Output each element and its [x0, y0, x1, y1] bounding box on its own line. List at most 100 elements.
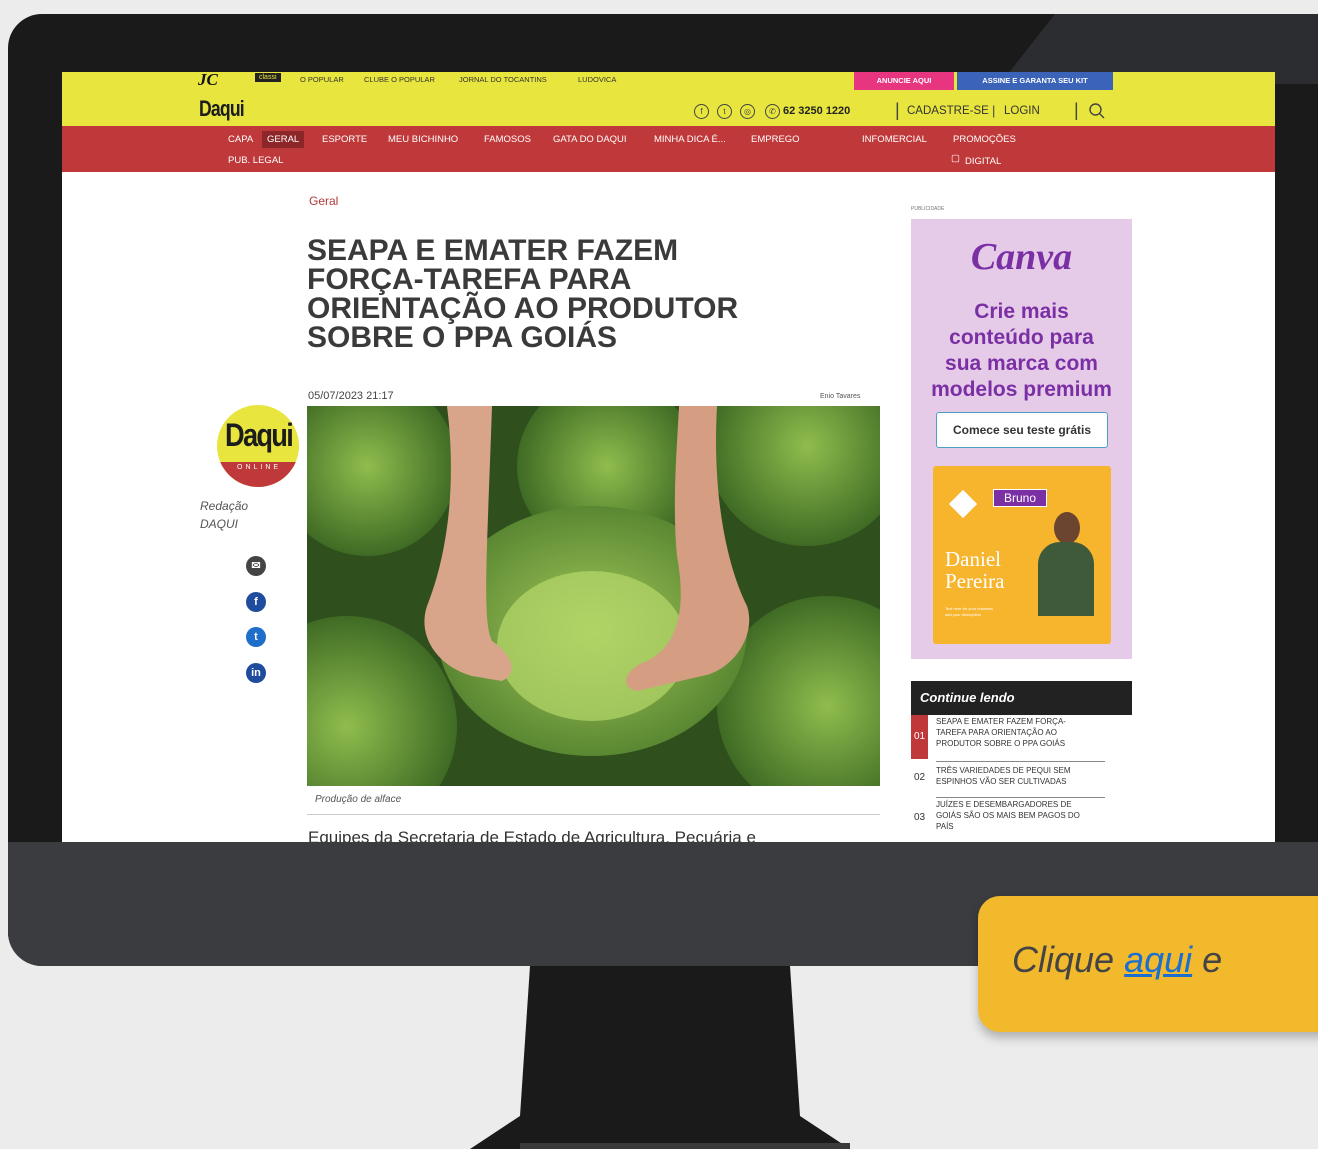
twitter-icon[interactable]: t	[246, 627, 266, 647]
callout-suffix: e	[1192, 939, 1223, 980]
item-line: ESPINHOS VÃO SER CULTIVADAS	[936, 777, 1067, 786]
photo-credit: Enio Tavares	[820, 393, 861, 400]
canva-ad[interactable]: Canva Crie mais conteúdo para sua marca …	[911, 219, 1132, 659]
author-avatar[interactable]: Daqui ONLINE	[217, 405, 299, 487]
publicidade-label: PUBLICIDADE	[911, 206, 945, 212]
ad-card-small-line: add your description	[945, 612, 982, 617]
ad-person	[1036, 506, 1096, 616]
whatsapp-icon[interactable]: ✆	[765, 104, 780, 119]
author-badge-logo: Daqui	[225, 417, 294, 453]
author-name-line: Redação	[200, 499, 249, 513]
nav-item-digital[interactable]: DIGITAL	[965, 156, 1001, 167]
phone-number[interactable]: 62 3250 1220	[783, 105, 850, 117]
callout-link[interactable]: aqui	[1124, 939, 1192, 980]
ad-card-name-line: Daniel	[945, 547, 1001, 571]
ad-card-name: Daniel Pereira	[945, 548, 1004, 592]
nav-item-pub-legal[interactable]: PUB. LEGAL	[228, 155, 283, 166]
linkedin-icon[interactable]: in	[246, 663, 266, 683]
ad-card-small: Text here for your business add your des…	[945, 606, 993, 618]
item-line: PRODUTOR SOBRE O PPA GOIÁS	[936, 739, 1066, 748]
twitter-icon[interactable]: t	[717, 104, 732, 119]
item-number-02: 02	[914, 772, 926, 783]
ad-headline: Crie mais conteúdo para sua marca com mo…	[911, 299, 1132, 403]
canva-logo: Canva	[970, 236, 1073, 278]
tablet-icon[interactable]: ▢	[951, 153, 960, 164]
nav-item-promocoes[interactable]: PROMOÇÕES	[953, 134, 1016, 145]
item-line: TAREFA PARA ORIENTAÇÃO AO	[936, 728, 1057, 737]
network-link-jornal-tocantins[interactable]: JORNAL DO TOCANTINS	[459, 75, 547, 84]
ad-card: Bruno Daniel Pereira Text here for your …	[933, 466, 1111, 644]
item-title: JUÍZES E DESEMBARGADORES DE GOIÁS SÃO OS…	[936, 799, 1080, 832]
article-photo[interactable]	[307, 406, 880, 786]
cadastre-link[interactable]: CADASTRE-SE	[907, 105, 989, 117]
item-line: GOIÁS SÃO OS MAIS BEM PAGOS DO	[936, 811, 1080, 820]
ad-card-name-line: Pereira	[945, 569, 1005, 593]
nav-item-meu-bichinho[interactable]: MEU BICHINHO	[388, 134, 458, 145]
callout-text: Clique aqui e	[1012, 939, 1222, 981]
daqui-logo[interactable]: Daqui	[199, 96, 245, 122]
item-title: TRÊS VARIEDADES DE PEQUI SEM ESPINHOS VÃ…	[936, 765, 1071, 787]
author-badge-sub: ONLINE	[237, 464, 282, 471]
article-category[interactable]: Geral	[309, 194, 338, 208]
header-separator: |	[1074, 100, 1079, 120]
title-line: FORÇA-TAREFA PARA	[307, 263, 632, 296]
ad-headline-line: Crie mais	[974, 300, 1069, 323]
login-link[interactable]: LOGIN	[1004, 105, 1040, 117]
continue-lendo-header: Continue lendo	[911, 681, 1132, 715]
ad-cta-button[interactable]: Comece seu teste grátis	[936, 412, 1108, 448]
article-date: 05/07/2023 21:17	[308, 390, 394, 402]
ad-tag: Bruno	[993, 489, 1048, 507]
ad-headline-line: sua marca com	[945, 352, 1098, 375]
nav-item-infomercial[interactable]: INFOMERCIAL	[862, 134, 927, 145]
continue-item[interactable]: 02 TRÊS VARIEDADES DE PEQUI SEM ESPINHOS…	[911, 764, 1132, 794]
ad-headline-line: modelos premium	[931, 378, 1112, 401]
monitor-stand	[470, 966, 850, 1149]
nav-item-minha-dica[interactable]: MINHA DICA É...	[654, 134, 726, 145]
nav-item-gata-do-daqui[interactable]: GATA DO DAQUI	[553, 134, 627, 145]
callout-prefix: Clique	[1012, 939, 1125, 980]
email-icon[interactable]: ✉	[246, 556, 266, 576]
nav-item-geral[interactable]: GERAL	[262, 131, 305, 148]
classi-badge[interactable]: classi	[255, 73, 281, 82]
header-separator: |	[895, 100, 900, 120]
header-separator: |	[992, 103, 996, 118]
nav-item-emprego[interactable]: EMPREGO	[751, 134, 800, 145]
assine-button[interactable]: ASSINE E GARANTA SEU KIT	[957, 72, 1113, 90]
site-header: JC classi O POPULAR CLUBE O POPULAR JORN…	[62, 72, 1275, 126]
facebook-icon[interactable]: f	[246, 592, 266, 612]
network-link-clube[interactable]: CLUBE O POPULAR	[364, 75, 435, 84]
facebook-icon[interactable]: f	[694, 104, 709, 119]
title-line: SOBRE O PPA GOIÁS	[307, 321, 618, 354]
item-line: TRÊS VARIEDADES DE PEQUI SEM	[936, 766, 1071, 775]
article-title: SEAPA E EMATER FAZEM FORÇA-TAREFA PARA O…	[307, 234, 738, 354]
continue-item[interactable]: 01 SEAPA E EMATER FAZEM FORÇA- TAREFA PA…	[911, 715, 1132, 759]
continue-lendo-title: Continue lendo	[920, 690, 1015, 705]
item-number-03: 03	[914, 812, 926, 823]
ad-diamond-icon	[948, 489, 978, 519]
network-link-ludovica[interactable]: LUDOVICA	[578, 75, 616, 84]
item-number-01: 01	[911, 715, 928, 759]
item-line: PAÍS	[936, 822, 954, 831]
nav-item-capa[interactable]: CAPA	[228, 134, 253, 145]
instagram-icon[interactable]: ◎	[740, 104, 755, 119]
network-link-opopular[interactable]: O POPULAR	[300, 75, 344, 84]
caption-divider	[307, 814, 880, 815]
item-line: JUÍZES E DESEMBARGADORES DE	[936, 800, 1072, 809]
anuncie-button[interactable]: ANUNCIE AQUI	[854, 72, 954, 90]
nav-item-famosos[interactable]: FAMOSOS	[484, 134, 531, 145]
article-lead: Equipes da Secretaria de Estado de Agric…	[308, 828, 756, 842]
continue-item[interactable]: 03 JUÍZES E DESEMBARGADORES DE GOIÁS SÃO…	[911, 798, 1132, 838]
author-name[interactable]: Redação DAQUI	[200, 497, 248, 533]
item-title: SEAPA E EMATER FAZEM FORÇA- TAREFA PARA …	[936, 716, 1066, 749]
item-line: SEAPA E EMATER FAZEM FORÇA-	[936, 717, 1066, 726]
jc-logo[interactable]: JC	[198, 72, 218, 90]
nav-item-esporte[interactable]: ESPORTE	[322, 134, 367, 145]
ad-headline-line: conteúdo para	[949, 326, 1094, 349]
browser-screen: JC classi O POPULAR CLUBE O POPULAR JORN…	[62, 72, 1275, 842]
monitor-stand-base	[520, 1143, 850, 1149]
photo-caption: Produção de alface	[315, 794, 402, 805]
search-icon[interactable]	[1088, 102, 1106, 120]
main-nav: CAPA GERAL ESPORTE MEU BICHINHO FAMOSOS …	[62, 126, 1275, 172]
title-line: SEAPA E EMATER FAZEM	[307, 234, 679, 267]
callout-banner[interactable]: Clique aqui e	[978, 896, 1318, 1032]
